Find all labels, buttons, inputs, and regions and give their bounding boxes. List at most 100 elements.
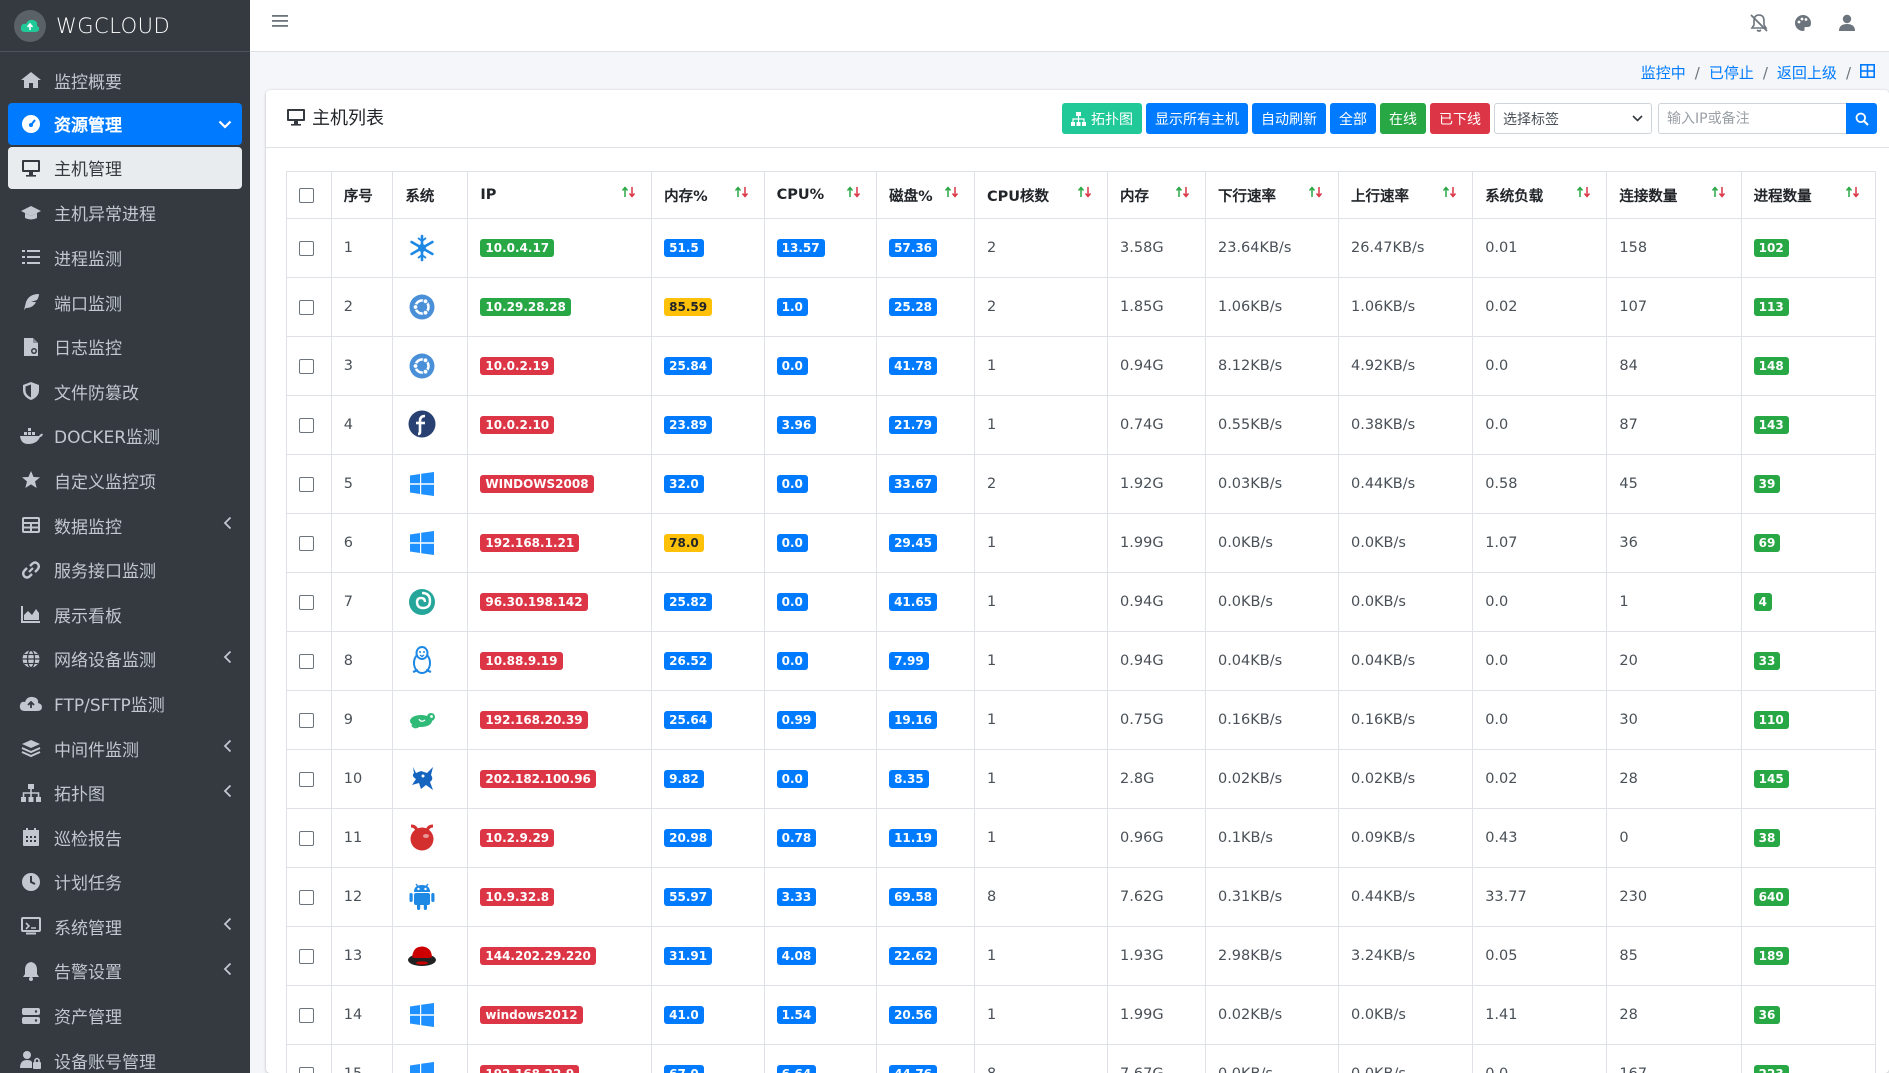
table-row[interactable]: 9 192.168.20.39 25.64 0.99 19.16 1 0.75G 0.16KB…	[286, 690, 1877, 750]
table-row[interactable]: 2 10.29.28.28 85.59 1.0 25.28 2 1.85G 1.06KB/s 1…	[286, 277, 1877, 337]
sort-arrows-icon[interactable]	[944, 186, 960, 202]
table-row[interactable]: 12 10.9.32.8 55.97 3.33 69.58 8 7.62G 0.31KB/s 0…	[286, 867, 1877, 927]
table-row[interactable]: 11 10.2.9.29 20.98 0.78 11.19 1 0.96G 0.1KB/s 0.…	[286, 808, 1877, 868]
breadcrumb-back-link[interactable]: 返回上级	[1777, 62, 1837, 83]
sidebar-item[interactable]: 展示看板	[0, 592, 250, 637]
breadcrumb-stopped-link[interactable]: 已停止	[1709, 62, 1754, 83]
host-ip-badge[interactable]: 192.168.1.21	[480, 534, 580, 552]
table-row[interactable]: 1 10.0.4.17 51.5 13.57 57.36 2 3.58G 23.64KB/s 2…	[286, 218, 1877, 278]
row-checkbox[interactable]	[299, 594, 314, 610]
sidebar-item[interactable]: 监控概要	[0, 58, 250, 103]
bell-slash-icon[interactable]	[1748, 12, 1770, 38]
sidebar-item[interactable]: 告警设置	[0, 949, 250, 994]
row-checkbox[interactable]	[299, 653, 314, 669]
select-all-checkbox[interactable]	[299, 187, 314, 203]
search-input[interactable]	[1658, 103, 1846, 134]
column-header[interactable]: 内存%	[651, 171, 765, 219]
sidebar-item[interactable]: 进程监测	[0, 235, 250, 280]
breadcrumb-monitoring-link[interactable]: 监控中	[1641, 62, 1686, 83]
column-header[interactable]: 下行速率	[1204, 171, 1339, 219]
sidebar-item[interactable]: 文件防篡改	[0, 369, 250, 414]
sort-arrows-icon[interactable]	[1077, 186, 1093, 202]
sort-arrows-icon[interactable]	[1845, 186, 1861, 202]
host-ip-badge[interactable]: 10.88.9.19	[480, 652, 563, 670]
host-ip-badge[interactable]: 202.182.100.96	[480, 770, 596, 788]
host-ip-badge[interactable]: 10.9.32.8	[480, 888, 555, 906]
sidebar-item[interactable]: 资产管理	[0, 993, 250, 1038]
row-checkbox[interactable]	[299, 240, 314, 256]
column-header[interactable]: 内存	[1107, 171, 1206, 219]
column-header[interactable]: 进程数量	[1740, 171, 1877, 219]
sidebar-item[interactable]: FTP/SFTP监测	[0, 681, 250, 726]
filter-all-button[interactable]: 全部	[1330, 103, 1376, 134]
sort-arrows-icon[interactable]	[1576, 186, 1592, 202]
table-row[interactable]: 15 192.168.22.9 67.0 6.64 44.76 8 7.67G 0.0KB/s…	[286, 1044, 1877, 1073]
auto-refresh-button[interactable]: 自动刷新	[1252, 103, 1326, 134]
host-ip-badge[interactable]: windows2012	[480, 1006, 583, 1024]
sort-arrows-icon[interactable]	[734, 186, 750, 202]
host-ip-badge[interactable]: 96.30.198.142	[480, 593, 588, 611]
sidebar-item[interactable]: 计划任务	[0, 860, 250, 905]
sort-arrows-icon[interactable]	[1442, 186, 1458, 202]
search-button[interactable]	[1846, 103, 1877, 134]
sidebar-item[interactable]: 网络设备监测	[0, 637, 250, 682]
table-row[interactable]: 8 10.88.9.19 26.52 0.0 7.99 1 0.94G 0.04KB/s 0.0…	[286, 631, 1877, 691]
host-ip-badge[interactable]: WINDOWS2008	[480, 475, 594, 493]
sidebar-item[interactable]: 自定义监控项	[0, 458, 250, 503]
row-checkbox[interactable]	[299, 299, 314, 315]
sort-arrows-icon[interactable]	[1308, 186, 1324, 202]
topology-button[interactable]: 拓扑图	[1062, 103, 1142, 134]
sidebar-item[interactable]: 设备账号管理	[0, 1038, 250, 1073]
host-ip-badge[interactable]: 10.0.2.10	[480, 416, 555, 434]
sidebar-item[interactable]: 数据监控	[0, 503, 250, 548]
sort-arrows-icon[interactable]	[621, 186, 637, 202]
host-ip-badge[interactable]: 10.0.2.19	[480, 357, 555, 375]
column-header[interactable]: 磁盘%	[876, 171, 976, 219]
menu-toggle-icon[interactable]	[272, 14, 288, 32]
column-header[interactable]: IP	[467, 171, 653, 219]
sidebar-item[interactable]: 主机异常进程	[0, 191, 250, 236]
row-checkbox[interactable]	[299, 948, 314, 964]
host-ip-badge[interactable]: 192.168.20.39	[480, 711, 588, 729]
table-row[interactable]: 13 144.202.29.220 31.91 4.08 22.62 1 1.93G 2.98…	[286, 926, 1877, 986]
sort-arrows-icon[interactable]	[1175, 186, 1191, 202]
sidebar-item[interactable]: 主机管理	[8, 146, 242, 189]
palette-icon[interactable]	[1792, 12, 1814, 38]
sidebar-item[interactable]: 资源管理	[8, 102, 242, 145]
table-row[interactable]: 4 10.0.2.10 23.89 3.96 21.79 1 0.74G 0.55KB/s 0.…	[286, 395, 1877, 455]
row-checkbox[interactable]	[299, 535, 314, 551]
row-checkbox[interactable]	[299, 1066, 314, 1073]
row-checkbox[interactable]	[299, 417, 314, 433]
row-checkbox[interactable]	[299, 1007, 314, 1023]
row-checkbox[interactable]	[299, 771, 314, 787]
sort-arrows-icon[interactable]	[846, 186, 862, 202]
row-checkbox[interactable]	[299, 830, 314, 846]
sidebar-item[interactable]: 系统管理	[0, 904, 250, 949]
row-checkbox[interactable]	[299, 712, 314, 728]
tag-select[interactable]: 选择标签	[1494, 103, 1652, 134]
show-all-hosts-button[interactable]: 显示所有主机	[1146, 103, 1248, 134]
host-ip-badge[interactable]: 10.2.9.29	[480, 829, 555, 847]
table-row[interactable]: 5 WINDOWS2008 32.0 0.0 33.67 2 1.92G 0.03KB/s 0.…	[286, 454, 1877, 514]
row-checkbox[interactable]	[299, 358, 314, 374]
sidebar-item[interactable]: 服务接口监测	[0, 547, 250, 592]
sidebar-item[interactable]: 日志监控	[0, 324, 250, 369]
column-header[interactable]: 上行速率	[1337, 171, 1474, 219]
grid-view-icon[interactable]	[1860, 63, 1875, 82]
user-icon[interactable]	[1836, 12, 1858, 38]
sidebar-item[interactable]: 端口监测	[0, 280, 250, 325]
host-ip-badge[interactable]: 192.168.22.9	[480, 1065, 580, 1073]
brand[interactable]: WGCLOUD	[0, 0, 250, 52]
filter-offline-button[interactable]: 已下线	[1430, 103, 1490, 134]
row-checkbox[interactable]	[299, 889, 314, 905]
table-row[interactable]: 3 10.0.2.19 25.84 0.0 41.78 1 0.94G 8.12KB/s 4.9…	[286, 336, 1877, 396]
column-header[interactable]: CPU核数	[974, 171, 1109, 219]
table-row[interactable]: 7 96.30.198.142 25.82 0.0 41.65 1 0.94G 0.0KB/s…	[286, 572, 1877, 632]
filter-online-button[interactable]: 在线	[1380, 103, 1426, 134]
sidebar-item[interactable]: DOCKER监测	[0, 414, 250, 459]
host-ip-badge[interactable]: 10.0.4.17	[480, 239, 555, 257]
column-header[interactable]: 系统负载	[1472, 171, 1608, 219]
sidebar-item[interactable]: 中间件监测	[0, 726, 250, 771]
column-header[interactable]: 连接数量	[1606, 171, 1742, 219]
sidebar-item[interactable]: 拓扑图	[0, 770, 250, 815]
